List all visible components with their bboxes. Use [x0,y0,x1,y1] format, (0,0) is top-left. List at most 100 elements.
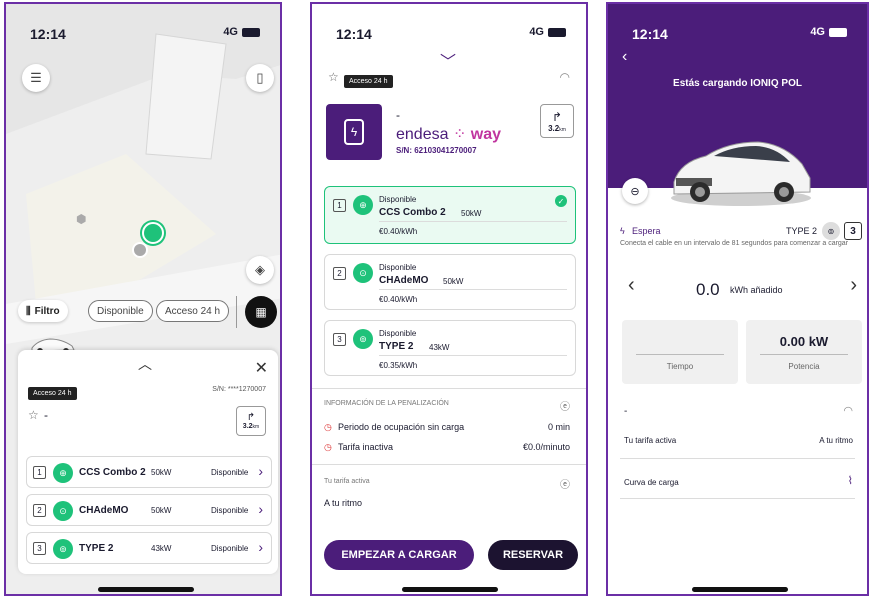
connector-row[interactable]: 2 ⊙ CHAdeMO 50kW Disponible › [26,494,272,526]
power-label: Potencia [788,362,820,371]
tariff-label: Tu tarifa activa [324,478,370,485]
charger-icon: ϟ [344,119,364,145]
ccs-plug-icon: ⊕ [53,463,73,483]
qr-scan-button[interactable]: ▦ [245,296,277,328]
connector-number: 3 [333,333,346,346]
penalty-value: €0.0/minuto [522,442,570,452]
connector-row[interactable]: 1 ⊕ CCS Combo 2 50kW Disponible › [26,456,272,488]
status-bar: 12:14 4G [608,26,867,46]
home-indicator [692,587,788,592]
connector-power: 43kW [429,343,450,352]
power-value: 0.00 kW [779,334,829,349]
chevron-right-icon: › [258,501,263,517]
ccs-plug-icon: ⊕ [353,195,373,215]
connector-power: 50kW [443,277,464,286]
support-headset-icon[interactable]: ◠ [560,70,570,84]
station-marker[interactable] [132,242,148,258]
turn-right-icon: ↱ [246,412,256,423]
chevron-right-icon: › [258,463,263,479]
tariff-label: Tu tarifa activa [624,436,677,445]
crosshair-icon: ◈ [255,262,265,277]
connector-card[interactable]: 2 ⊙ Disponible CHAdeMO 50kW €0.40/kWh [324,254,576,310]
check-icon: ✓ [555,195,567,207]
filter-chip-acceso[interactable]: Acceso 24 h [156,300,230,322]
serial-number: S/N: ****1270007 [212,386,266,393]
connector-price: €0.40/kWh [379,227,418,236]
directions-button[interactable]: ↱ 3.2km [540,104,574,138]
connector-card-selected[interactable]: 1 ⊕ Disponible CCS Combo 2 50kW ✓ €0.40/… [324,186,576,244]
power-card: 0.00 kW Potencia [746,320,862,384]
connector-power: 50kW [461,209,482,218]
connector-status: Disponible [379,263,417,272]
battery-icon [242,27,260,37]
time-label: Tiempo [666,362,694,371]
start-charging-button[interactable]: EMPEZAR A CARGAR [324,540,474,570]
battery-icon [548,27,566,37]
charger-card-button[interactable]: ▯ [246,64,274,92]
connector-price: €0.40/kWh [379,295,418,304]
penalty-label: Tarifa inactiva [338,442,394,452]
connector-row[interactable]: 3 ⊚ TYPE 2 43kW Disponible › [26,532,272,564]
access-badge: Acceso 24 h [28,382,77,400]
info-euro-icon[interactable]: ⓔ [560,476,570,491]
locate-button[interactable]: ◈ [246,256,274,284]
connector-name: CHAdeMO [79,505,129,516]
energy-unit: kWh añadido [730,285,783,295]
type2-plug-icon: ⊚ [822,222,840,240]
station-sheet: ︿ ✕ Acceso 24 h S/N: ****1270007 ☆ - ↱ 3… [18,350,278,574]
connector-price: €0.35/kWh [379,361,418,370]
close-icon[interactable]: ✕ [255,358,268,378]
station-marker-selected[interactable] [142,222,164,244]
chart-icon[interactable]: ⌇ [848,474,853,487]
status-time: 12:14 [632,26,668,42]
connector-power: 50kW [151,506,172,515]
charging-screen: 12:14 4G ‹ Estás cargando IONIQ POL ⊖ ϟ … [606,2,869,596]
reserve-button[interactable]: RESERVAR [488,540,578,570]
connector-power: 50kW [151,468,172,477]
connector-name: TYPE 2 [379,341,414,352]
info-euro-icon[interactable]: ⓔ [560,398,570,413]
favorite-star-icon[interactable]: ☆ [28,408,39,422]
connector-status: Disponible [211,544,249,553]
station-name: - [624,406,628,417]
connector-number: 1 [333,199,346,212]
back-arrow-icon[interactable]: ‹ [622,48,627,66]
penalty-value: 0 min [547,422,570,432]
connector-name: CCS Combo 2 [79,467,146,478]
connector-name: CCS Combo 2 [379,207,446,218]
filter-button[interactable]: ⫼ Filtro [18,300,68,322]
previous-arrow-icon[interactable]: ‹ [628,274,635,297]
penalty-title: INFORMACIÓN DE LA PENALIZACIÓN [324,400,449,407]
type2-plug-icon: ⊚ [353,329,373,349]
network-indicator: 4G [223,26,260,38]
home-indicator [402,587,498,592]
chevron-up-icon[interactable]: ︿ [138,354,152,374]
qr-icon: ▦ [255,305,267,319]
filter-chip-disponible[interactable]: Disponible [88,300,153,322]
car-icon: ⊖ [630,185,640,198]
support-headset-icon[interactable]: ◠ [843,404,853,417]
serial-number: S/N: 62103041270007 [396,146,477,155]
chevron-down-icon[interactable]: ﹀ [440,48,456,72]
connector-status: Disponible [211,468,249,477]
vehicle-button[interactable]: ⊖ [622,178,648,204]
status-time: 12:14 [30,26,66,42]
status-bar: 12:14 4G [6,26,280,46]
menu-button[interactable]: ☰ [22,64,50,92]
network-indicator: 4G [529,26,566,38]
next-arrow-icon[interactable]: › [850,274,857,297]
connector-number: 3 [844,222,862,240]
tariff-value: A tu ritmo [324,498,363,508]
station-name: - [396,108,400,122]
connector-name: TYPE 2 [79,543,114,554]
favorite-star-icon[interactable]: ☆ [328,70,339,84]
connector-power: 43kW [151,544,172,553]
connector-name: CHAdeMO [379,275,429,286]
directions-button[interactable]: ↱ 3.2km [236,406,266,436]
connector-number: 1 [33,466,46,479]
connector-card[interactable]: 3 ⊚ Disponible TYPE 2 43kW €0.35/kWh [324,320,576,376]
home-indicator [98,587,194,592]
battery-icon [829,27,847,37]
penalty-label: Periodo de ocupación sin carga [338,422,465,432]
energy-value: 0.0 [696,280,720,299]
